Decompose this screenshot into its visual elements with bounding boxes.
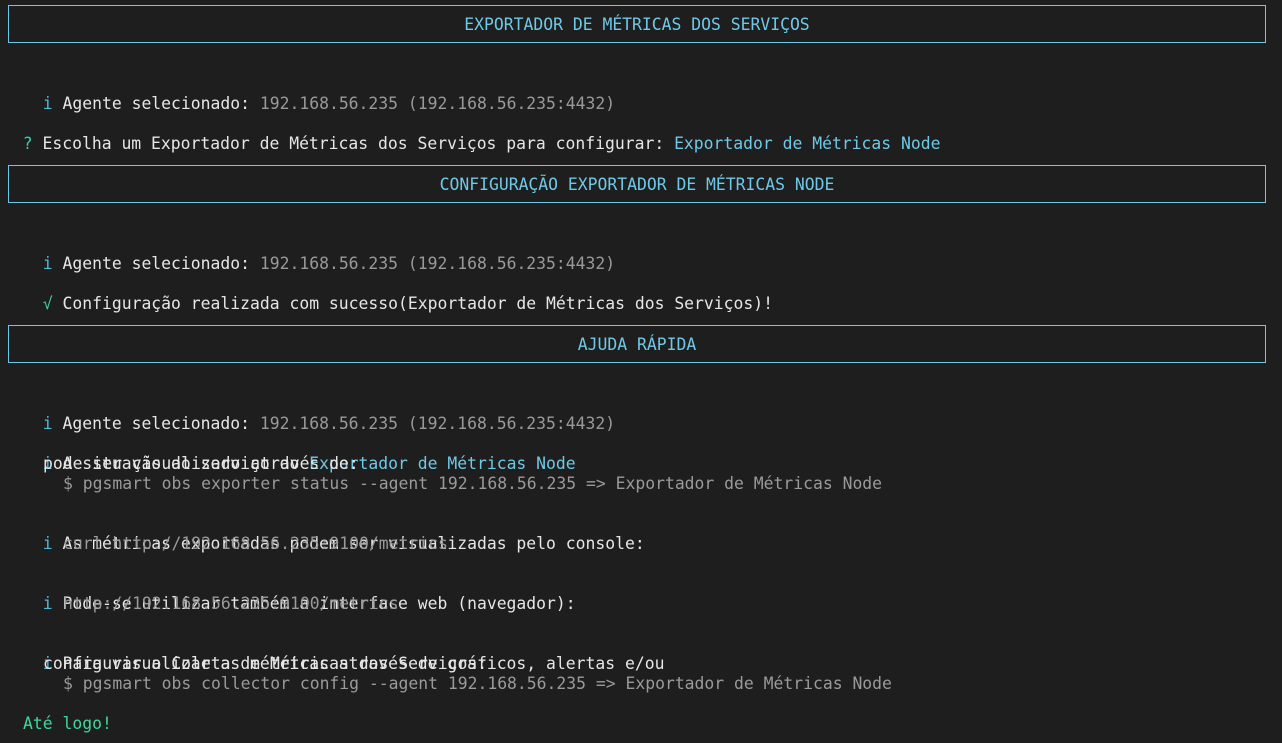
success-line: √ Configuração realizada com sucesso(Exp… [23, 274, 773, 313]
collector-help-line: i Para visualizar as métricas através de… [23, 634, 665, 673]
agent-selected-line: i Agente selecionado: 192.168.56.235 (19… [23, 234, 615, 273]
console-command: curl http://192.168.56.235:9100/metrics [63, 534, 448, 553]
info-icon: i [42, 414, 53, 433]
info-icon: i [42, 94, 53, 113]
check-icon: √ [42, 294, 53, 313]
banner-title: AJUDA RÁPIDA [577, 334, 697, 354]
agent-label: Agente selecionado: [62, 414, 260, 433]
banner-node-config: CONFIGURAÇÃO EXPORTADOR DE MÉTRICAS NODE [8, 165, 1266, 203]
success-message: Configuração realizada com sucesso(Expor… [62, 294, 774, 313]
collector-help-line2: configurar o Coleta de Métricas dos Serv… [43, 654, 488, 673]
banner-exporters: EXPORTADOR DE MÉTRICAS DOS SERVIÇOS [8, 5, 1266, 43]
web-url: http://192.168.56.235:9100/metrics [63, 594, 399, 613]
banner-title: CONFIGURAÇÃO EXPORTADOR DE MÉTRICAS NODE [439, 174, 835, 194]
agent-value: 192.168.56.235 (192.168.56.235:4432) [259, 414, 616, 433]
console-help-line: i As métricas exportadas podem ser visua… [23, 514, 645, 553]
prompt-answer: Exportador de Métricas Node [674, 134, 941, 153]
banner-title: EXPORTADOR DE MÉTRICAS DOS SERVIÇOS [464, 14, 810, 34]
agent-selected-line: i Agente selecionado: 192.168.56.235 (19… [23, 394, 615, 433]
info-icon: i [42, 594, 53, 613]
agent-label: Agente selecionado: [62, 254, 260, 273]
banner-quick-help: AJUDA RÁPIDA [8, 325, 1266, 363]
question-icon: ? [22, 134, 33, 153]
info-icon: i [42, 534, 53, 553]
status-help-line: i A situação do serviço do Exportador de… [23, 434, 576, 473]
status-help-line2: pode ser visualizado através de: [43, 454, 359, 473]
collector-command: $ pgsmart obs collector config --agent 1… [63, 674, 892, 693]
agent-value: 192.168.56.235 (192.168.56.235:4432) [259, 94, 616, 113]
agent-value: 192.168.56.235 (192.168.56.235:4432) [259, 254, 616, 273]
exporter-prompt-line: ? Escolha um Exportador de Métricas dos … [3, 114, 941, 153]
agent-selected-line: i Agente selecionado: 192.168.56.235 (19… [23, 74, 615, 113]
info-icon: i [42, 254, 53, 273]
web-help-line: i Pode-se utilizar também a interface we… [23, 574, 576, 613]
agent-label: Agente selecionado: [62, 94, 260, 113]
status-command: $ pgsmart obs exporter status --agent 19… [63, 474, 883, 493]
prompt-question: Escolha um Exportador de Métricas dos Se… [42, 134, 675, 153]
farewell-message: Até logo! [23, 714, 112, 733]
